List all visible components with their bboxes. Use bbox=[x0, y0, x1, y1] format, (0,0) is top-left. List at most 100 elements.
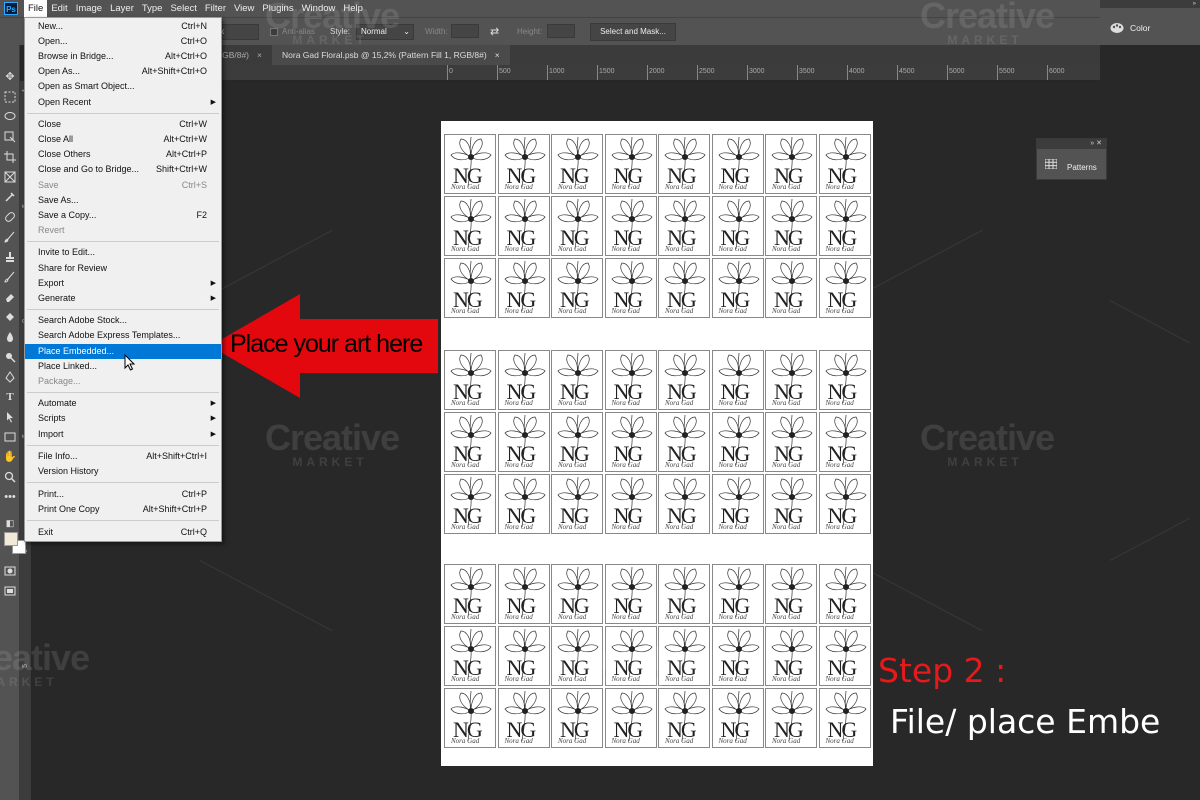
move-tool-icon[interactable]: ✥ bbox=[2, 69, 18, 85]
color-palette-icon[interactable] bbox=[1110, 22, 1124, 34]
menu-help[interactable]: Help bbox=[339, 0, 367, 17]
pattern-tile: NG Nora Gad bbox=[444, 474, 496, 534]
lasso-tool-icon[interactable] bbox=[2, 109, 18, 125]
crop-tool-icon[interactable] bbox=[2, 149, 18, 165]
screen-mode-icon[interactable] bbox=[2, 583, 18, 599]
tile-caption: Nora Gad bbox=[611, 737, 640, 745]
stamp-tool-icon[interactable] bbox=[2, 249, 18, 265]
style-select[interactable]: Normal ⌄ bbox=[356, 24, 414, 40]
menu-item-label: Save a Copy... bbox=[38, 209, 97, 220]
menu-item-print[interactable]: Print... Ctrl+P bbox=[25, 487, 221, 502]
close-icon[interactable]: × bbox=[495, 45, 500, 65]
menu-item-save-a-copy[interactable]: Save a Copy... F2 bbox=[25, 208, 221, 223]
blur-tool-icon[interactable] bbox=[2, 329, 18, 345]
menu-edit[interactable]: Edit bbox=[47, 0, 71, 17]
menu-item-browse-in-bridge[interactable]: Browse in Bridge... Alt+Ctrl+O bbox=[25, 49, 221, 64]
menu-item-open-as-smart-object[interactable]: Open as Smart Object... bbox=[25, 79, 221, 94]
select-and-mask-button[interactable]: Select and Mask... bbox=[590, 23, 676, 41]
default-colors-icon[interactable]: ◧ bbox=[2, 515, 18, 531]
menu-type[interactable]: Type bbox=[138, 0, 167, 17]
menu-item-open[interactable]: Open... Ctrl+O bbox=[25, 34, 221, 49]
paint-bucket-icon[interactable] bbox=[2, 309, 18, 325]
menu-item-invite-to-edit[interactable]: Invite to Edit... bbox=[25, 245, 221, 260]
dodge-tool-icon[interactable] bbox=[2, 349, 18, 365]
menu-image[interactable]: Image bbox=[72, 0, 106, 17]
menu-item-close-all[interactable]: Close All Alt+Ctrl+W bbox=[25, 132, 221, 147]
menu-item-version-history[interactable]: Version History bbox=[25, 464, 221, 479]
menu-item-search-adobe-express-templates[interactable]: Search Adobe Express Templates... bbox=[25, 328, 221, 343]
foreground-color-swatch[interactable] bbox=[4, 532, 18, 546]
menu-item-generate[interactable]: Generate ▶ bbox=[25, 291, 221, 306]
menu-item-save[interactable]: Save Ctrl+S bbox=[25, 178, 221, 193]
eraser-tool-icon[interactable] bbox=[2, 289, 18, 305]
menu-item-export[interactable]: Export ▶ bbox=[25, 276, 221, 291]
menu-file[interactable]: File bbox=[24, 0, 48, 17]
pattern-tile: NG Nora Gad bbox=[497, 412, 550, 472]
panel-collapse-icon[interactable]: » bbox=[1100, 0, 1200, 8]
path-select-icon[interactable] bbox=[2, 409, 18, 425]
menu-filter[interactable]: Filter bbox=[201, 0, 230, 17]
marquee-tool-icon[interactable] bbox=[2, 89, 18, 105]
rectangle-tool-icon[interactable] bbox=[2, 429, 18, 445]
menu-item-open-as[interactable]: Open As... Alt+Shift+Ctrl+O bbox=[25, 64, 221, 79]
menu-item-automate[interactable]: Automate ▶ bbox=[25, 396, 221, 411]
patterns-grid-icon[interactable] bbox=[1045, 159, 1057, 169]
pattern-tile: NG Nora Gad bbox=[604, 688, 657, 748]
menu-layer[interactable]: Layer bbox=[106, 0, 138, 17]
eyedropper-tool-icon[interactable] bbox=[2, 189, 18, 205]
menu-item-place-linked[interactable]: Place Linked... bbox=[25, 359, 221, 374]
document-canvas[interactable]: NG Nora Gad NG Nora Gad NG Nora Gad NG Nora Gad… bbox=[441, 121, 873, 766]
menu-item-label: Close bbox=[38, 119, 62, 130]
pattern-tile: NG Nora Gad bbox=[551, 412, 603, 472]
menu-item-open-recent[interactable]: Open Recent ▶ bbox=[25, 95, 221, 110]
menu-item-exit[interactable]: Exit Ctrl+Q bbox=[25, 525, 221, 540]
menu-item-import[interactable]: Import ▶ bbox=[25, 427, 221, 442]
menu-view[interactable]: View bbox=[230, 0, 258, 17]
pattern-tile: NG Nora Gad bbox=[658, 412, 710, 472]
tile-caption: Nora Gad bbox=[718, 399, 747, 407]
menu-item-scripts[interactable]: Scripts ▶ bbox=[25, 411, 221, 426]
menu-window[interactable]: Window bbox=[298, 0, 340, 17]
submenu-arrow-icon: ▶ bbox=[210, 400, 216, 408]
width-input[interactable] bbox=[451, 24, 479, 38]
menu-item-file-info[interactable]: File Info... Alt+Shift+Ctrl+I bbox=[25, 449, 221, 464]
tile-caption: Nora Gad bbox=[772, 613, 801, 621]
zoom-tool-icon[interactable] bbox=[2, 469, 18, 485]
patterns-label[interactable]: Patterns bbox=[1067, 163, 1097, 172]
ruler-tick bbox=[647, 65, 648, 80]
watermark-line bbox=[1109, 300, 1190, 344]
hand-tool-icon[interactable]: ✋ bbox=[2, 449, 18, 465]
menu-select[interactable]: Select bbox=[166, 0, 200, 17]
menu-item-search-adobe-stock[interactable]: Search Adobe Stock... bbox=[25, 313, 221, 328]
anti-alias-checkbox[interactable] bbox=[270, 28, 278, 36]
history-brush-icon[interactable] bbox=[2, 269, 18, 285]
close-icon[interactable]: × bbox=[257, 45, 262, 65]
brush-tool-icon[interactable] bbox=[2, 229, 18, 245]
menu-plugins[interactable]: Plugins bbox=[258, 0, 297, 17]
menu-item-new[interactable]: New... Ctrl+N bbox=[25, 19, 221, 34]
menu-item-share-for-review[interactable]: Share for Review bbox=[25, 261, 221, 276]
menu-item-save-as[interactable]: Save As... bbox=[25, 193, 221, 208]
type-tool-icon[interactable]: T bbox=[2, 389, 18, 405]
color-panel-label[interactable]: Color bbox=[1130, 23, 1150, 33]
menu-item-close[interactable]: Close Ctrl+W bbox=[25, 117, 221, 132]
pattern-tile: NG Nora Gad bbox=[765, 196, 817, 256]
healing-brush-icon[interactable] bbox=[2, 209, 18, 225]
quick-mask-icon[interactable] bbox=[2, 563, 18, 579]
tile-caption: Nora Gad bbox=[504, 737, 533, 745]
menu-item-print-one-copy[interactable]: Print One Copy Alt+Shift+Ctrl+P bbox=[25, 502, 221, 517]
menu-item-package[interactable]: Package... bbox=[25, 374, 221, 389]
height-input[interactable] bbox=[547, 24, 575, 38]
document-tab[interactable]: Nora Gad Floral.psb @ 15,2% (Pattern Fil… bbox=[272, 45, 510, 65]
menu-item-close-and-go-to-bridge[interactable]: Close and Go to Bridge... Shift+Ctrl+W bbox=[25, 162, 221, 177]
menu-item-close-others[interactable]: Close Others Alt+Ctrl+P bbox=[25, 147, 221, 162]
pen-tool-icon[interactable] bbox=[2, 369, 18, 385]
more-tools-icon[interactable]: ••• bbox=[2, 489, 18, 505]
menu-item-place-embedded[interactable]: Place Embedded... bbox=[25, 343, 221, 359]
panel-header[interactable]: » ✕ bbox=[1037, 139, 1106, 149]
menu-item-revert[interactable]: Revert bbox=[25, 223, 221, 238]
menu-item-label: Open As... bbox=[38, 66, 81, 77]
swap-icon[interactable]: ⇄ bbox=[490, 25, 499, 38]
frame-tool-icon[interactable] bbox=[2, 169, 18, 185]
object-select-tool-icon[interactable] bbox=[2, 129, 18, 145]
